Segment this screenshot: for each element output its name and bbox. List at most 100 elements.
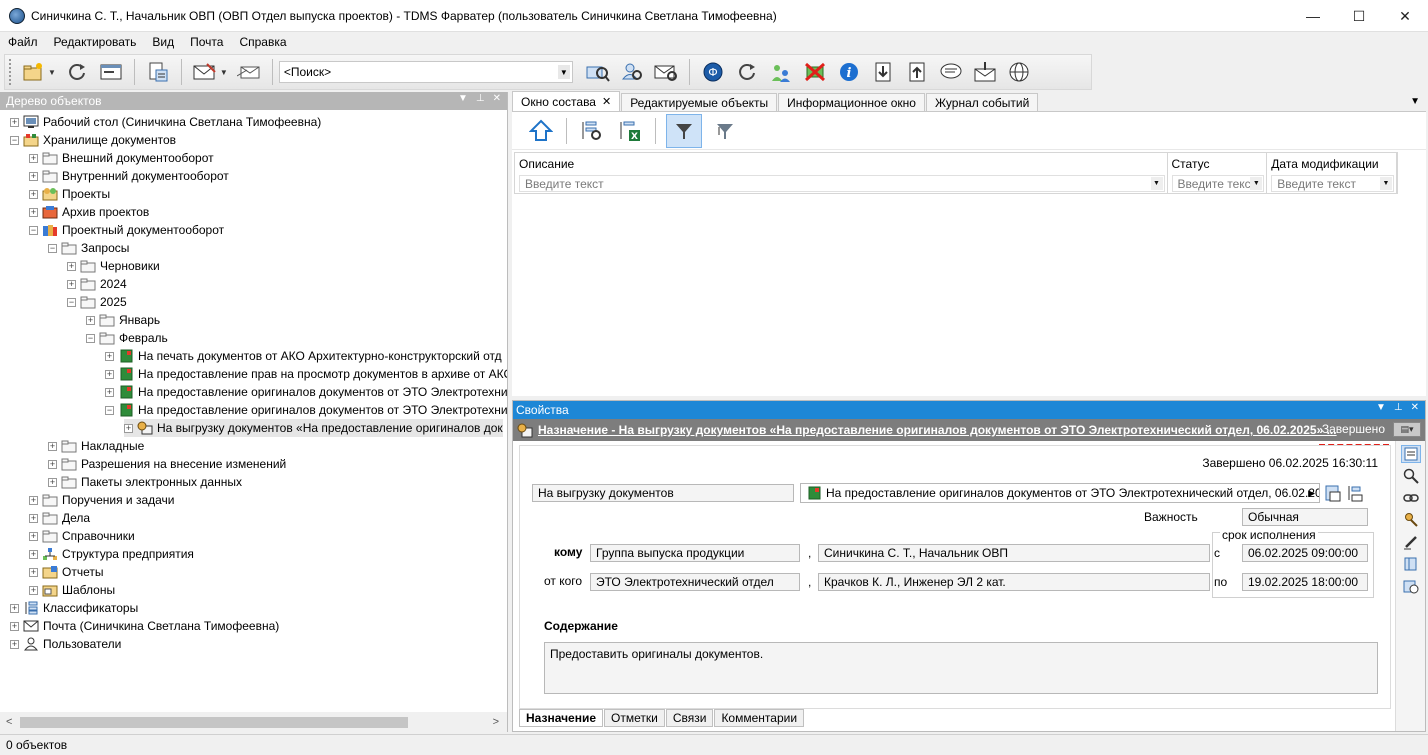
search-combobox[interactable]: <Поиск> ▼ (278, 61, 573, 83)
tree-node-label[interactable]: На выгрузку документов «На предоставлени… (157, 421, 503, 435)
column-header[interactable]: Описание (519, 157, 574, 171)
tree-node-label[interactable]: 2025 (100, 295, 127, 309)
expand-icon[interactable]: + (67, 261, 76, 271)
open-object-button[interactable] (1324, 484, 1344, 502)
send-mail-button[interactable] (190, 57, 220, 87)
history-side-button[interactable] (1401, 577, 1421, 595)
expand-icon[interactable]: + (10, 117, 19, 127)
subtab-links[interactable]: Связи (665, 709, 714, 727)
refresh-all-button[interactable] (732, 57, 762, 87)
expand-icon[interactable]: + (29, 207, 38, 217)
collapse-icon[interactable]: − (105, 405, 114, 415)
tree-node-label[interactable]: Структура предприятия (62, 547, 194, 561)
object-tree-button[interactable] (1346, 484, 1366, 502)
search-input[interactable]: <Поиск> (284, 65, 331, 79)
tree-node-label[interactable]: Проекты (62, 187, 110, 201)
edit-side-button[interactable] (1401, 533, 1421, 551)
filter-input[interactable]: Введите текст ▼ (1271, 175, 1394, 192)
tab-composition-window[interactable]: Окно состава ✕ (512, 91, 621, 111)
expand-icon[interactable]: + (29, 513, 38, 523)
tree-node-label[interactable]: Пакеты электронных данных (81, 475, 242, 489)
tree-node[interactable]: + Дела (29, 509, 90, 527)
tree-node-label[interactable]: Запросы (81, 241, 129, 255)
tree-node[interactable]: + Архив проектов (29, 203, 149, 221)
close-window-button[interactable]: ✕ (1382, 0, 1428, 32)
expand-icon[interactable]: + (29, 531, 38, 541)
panel-menu-icon[interactable]: ▼ (458, 93, 468, 104)
search-mail-button[interactable] (651, 57, 681, 87)
expand-icon[interactable]: + (10, 603, 19, 613)
tree-node[interactable]: + На выгрузку документов «На предоставлен… (124, 419, 503, 437)
expand-icon[interactable]: + (124, 423, 133, 433)
sync-users-button[interactable] (766, 57, 796, 87)
filter-dropdown-icon[interactable]: ▼ (1250, 177, 1263, 190)
tree-node-label[interactable]: Черновики (100, 259, 160, 273)
tree-node-label[interactable]: Проектный документооборот (62, 223, 224, 237)
end-date-field[interactable]: 19.02.2025 18:00:00 (1242, 573, 1368, 591)
expand-icon[interactable]: + (10, 639, 19, 649)
tree-node-label[interactable]: Поручения и задачи (62, 493, 175, 507)
tab-event-log[interactable]: Журнал событий (925, 93, 1039, 111)
tree-node-label[interactable]: Архив проектов (62, 205, 149, 219)
filter-input[interactable]: Введите текс ▼ (1171, 175, 1265, 192)
from-group-field[interactable]: ЭТО Электротехнический отдел (590, 573, 800, 591)
subtab-marks[interactable]: Отметки (604, 709, 665, 727)
tree-node-label[interactable]: Хранилище документов (43, 133, 176, 147)
mail-forward-button[interactable] (234, 57, 264, 87)
filter-settings-button[interactable] (710, 116, 740, 146)
tree-node-label[interactable]: Справочники (62, 529, 135, 543)
tree-node[interactable]: + Рабочий стол (Синичкина Светлана Тимофе… (10, 113, 321, 131)
expand-icon[interactable]: + (48, 477, 57, 487)
object-title-link[interactable]: Назначение - На выгрузку документов «На … (538, 423, 1337, 437)
tree-node[interactable]: + На предоставление прав на просмотр доку… (105, 365, 507, 383)
menu-mail[interactable]: Почта (182, 35, 231, 49)
minimize-button[interactable]: — (1290, 0, 1336, 32)
expand-icon[interactable]: + (105, 387, 114, 397)
tree-node-label[interactable]: На предоставление оригиналов документов … (138, 403, 507, 417)
toolbar-grip[interactable] (9, 59, 12, 85)
tree-node-label[interactable]: На печать документов от АКО Архитектурно… (138, 349, 502, 363)
expand-icon[interactable]: + (29, 549, 38, 559)
close-tab-icon[interactable]: ✕ (602, 95, 611, 108)
object-tree[interactable]: + Рабочий стол (Синичкина Светлана Тимофе… (0, 110, 507, 712)
tree-horizontal-scrollbar[interactable]: < > (0, 712, 507, 732)
tree-node[interactable]: + Пользователи (10, 635, 121, 653)
search-side-button[interactable] (1401, 467, 1421, 485)
tab-edited-objects[interactable]: Редактируемые объекты (621, 93, 778, 111)
tree-node[interactable]: + Отчеты (29, 563, 103, 581)
expand-icon[interactable]: + (105, 369, 114, 379)
messages-button[interactable] (936, 57, 966, 87)
access-side-button[interactable] (1401, 511, 1421, 529)
tree-node-label[interactable]: Пользователи (43, 637, 121, 651)
close-icon[interactable]: ✕ (1411, 402, 1419, 413)
column-header[interactable]: Дата модификации (1271, 157, 1378, 171)
tree-node[interactable]: + Шаблоны (29, 581, 115, 599)
level-up-button[interactable] (526, 116, 556, 146)
subtab-assignment[interactable]: Назначение (519, 709, 604, 727)
window-view-button[interactable] (96, 57, 126, 87)
filter-dropdown-icon[interactable]: ▼ (1380, 177, 1392, 190)
tree-node-label[interactable]: 2024 (100, 277, 127, 291)
content-textarea[interactable]: Предоставить оригиналы документов. (544, 642, 1378, 694)
expand-icon[interactable]: + (29, 495, 38, 505)
start-date-field[interactable]: 06.02.2025 09:00:00 (1242, 544, 1368, 562)
tree-node[interactable]: − Запросы (48, 239, 129, 257)
expand-icon[interactable]: + (29, 153, 38, 163)
view-mode-dropdown[interactable]: ▤▾ (1393, 422, 1421, 437)
tree-node[interactable]: + Внутренний документооборот (29, 167, 229, 185)
check-out-button[interactable] (902, 57, 932, 87)
tree-node-label[interactable]: Почта (Синичкина Светлана Тимофеевна) (43, 619, 279, 633)
expand-icon[interactable]: + (29, 189, 38, 199)
menu-file[interactable]: Файл (0, 35, 46, 49)
tree-node[interactable]: + Накладные (48, 437, 144, 455)
pin-icon[interactable]: ⊥ (1394, 402, 1403, 413)
tree-node[interactable]: + Январь (86, 311, 160, 329)
inbox-button[interactable] (970, 57, 1000, 87)
tree-node[interactable]: + Разрешения на внесение изменений (48, 455, 286, 473)
collapse-icon[interactable]: − (67, 297, 76, 307)
collapse-icon[interactable]: − (86, 333, 95, 343)
tree-node-label[interactable]: Отчеты (62, 565, 103, 579)
menu-help[interactable]: Справка (231, 35, 294, 49)
create-dropdown-icon[interactable]: ▼ (48, 68, 56, 77)
collapse-icon[interactable]: − (48, 243, 57, 253)
